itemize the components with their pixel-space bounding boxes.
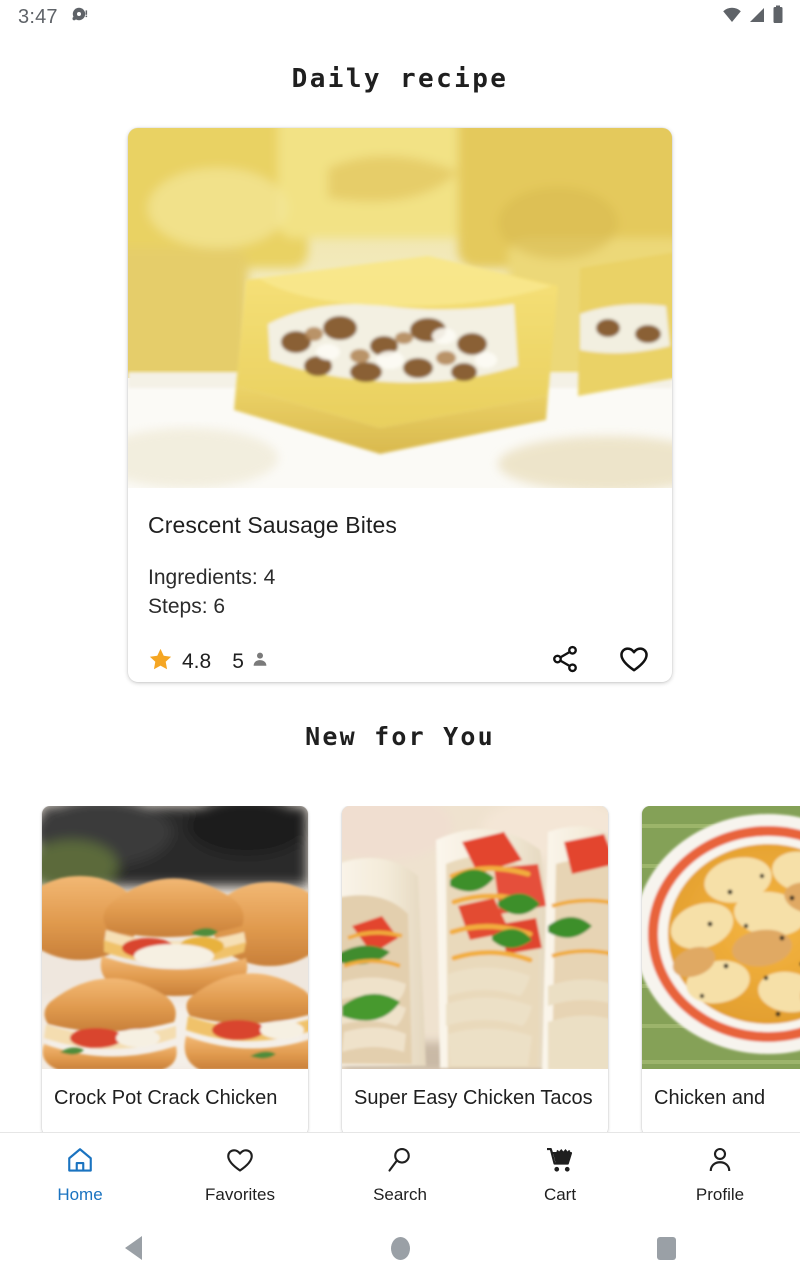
page-title: Daily recipe — [291, 64, 509, 94]
star-icon — [148, 647, 173, 677]
recipe-card[interactable]: Chicken and — [642, 806, 800, 1136]
daily-recipe-meta: Ingredients: 4 Steps: 6 — [148, 563, 652, 621]
person-icon — [705, 1145, 735, 1180]
system-navigation-bar — [0, 1216, 800, 1280]
recipe-card-title: Super Easy Chicken Tacos — [354, 1087, 593, 1109]
system-back-button[interactable] — [0, 1236, 267, 1260]
recipe-card[interactable]: Super Easy Chicken Tacos — [342, 806, 608, 1136]
nav-label-favorites: Favorites — [205, 1185, 275, 1204]
daily-recipe-body: Crescent Sausage Bites Ingredients: 4 St… — [128, 488, 672, 621]
shopping-cart-icon — [545, 1145, 575, 1180]
favorite-heart-icon[interactable] — [618, 643, 650, 680]
daily-recipe-actions — [550, 643, 650, 680]
battery-full-icon — [772, 5, 784, 30]
status-time: 3:47 — [18, 5, 58, 28]
daily-recipe-title: Crescent Sausage Bites — [148, 512, 397, 538]
nav-label-profile: Profile — [695, 1185, 745, 1204]
new-for-you-list[interactable]: Crock Pot Crack Chicken Super Easy Chick… — [0, 806, 800, 1136]
person-icon — [251, 650, 269, 673]
servings-value: 5 — [232, 649, 244, 673]
bottom-navigation: Home Favorites Search Cart Profile — [0, 1132, 800, 1216]
servings-group: 5 — [232, 650, 269, 674]
rating-value: 4.8 — [182, 649, 212, 673]
steps-count: Steps: 6 — [148, 595, 226, 618]
search-icon — [385, 1145, 415, 1180]
daily-recipe-image — [128, 128, 672, 488]
nav-label-search: Search — [373, 1185, 427, 1204]
share-icon[interactable] — [550, 644, 580, 679]
recipe-card-title: Crock Pot Crack Chicken — [54, 1087, 278, 1109]
wifi-icon — [722, 6, 742, 29]
app-screen: 3:47 Daily recipe Crescent Sausage Bites… — [0, 0, 800, 1280]
nav-label-cart: Cart — [543, 1185, 577, 1204]
nav-item-favorites[interactable]: Favorites — [160, 1145, 320, 1204]
ingredients-count: Ingredients: 4 — [148, 566, 276, 589]
record-notification-icon — [70, 5, 90, 30]
cellular-signal-icon — [748, 6, 766, 29]
nav-item-profile[interactable]: Profile — [640, 1145, 800, 1204]
home-icon — [65, 1145, 95, 1180]
recipe-card[interactable]: Crock Pot Crack Chicken — [42, 806, 308, 1136]
daily-recipe-footer: 4.8 5 — [128, 621, 672, 680]
system-home-button[interactable] — [267, 1236, 534, 1260]
status-bar-right — [722, 5, 784, 30]
recipe-card-image — [42, 806, 308, 1069]
system-recents-button[interactable] — [533, 1236, 800, 1260]
daily-recipe-card[interactable]: Crescent Sausage Bites Ingredients: 4 St… — [128, 128, 672, 682]
status-bar: 3:47 — [0, 0, 800, 34]
nav-label-home: Home — [57, 1185, 103, 1204]
heart-outline-icon — [225, 1145, 255, 1180]
section-title-new-for-you: New for You — [305, 722, 495, 751]
recipe-card-title: Chicken and — [654, 1087, 766, 1109]
recipe-card-image — [342, 806, 608, 1069]
recipe-card-image — [642, 806, 800, 1069]
status-bar-left: 3:47 — [18, 5, 90, 30]
nav-item-search[interactable]: Search — [320, 1145, 480, 1204]
nav-item-home[interactable]: Home — [0, 1145, 160, 1204]
rating-group: 4.8 5 — [148, 647, 269, 677]
nav-item-cart[interactable]: Cart — [480, 1145, 640, 1204]
